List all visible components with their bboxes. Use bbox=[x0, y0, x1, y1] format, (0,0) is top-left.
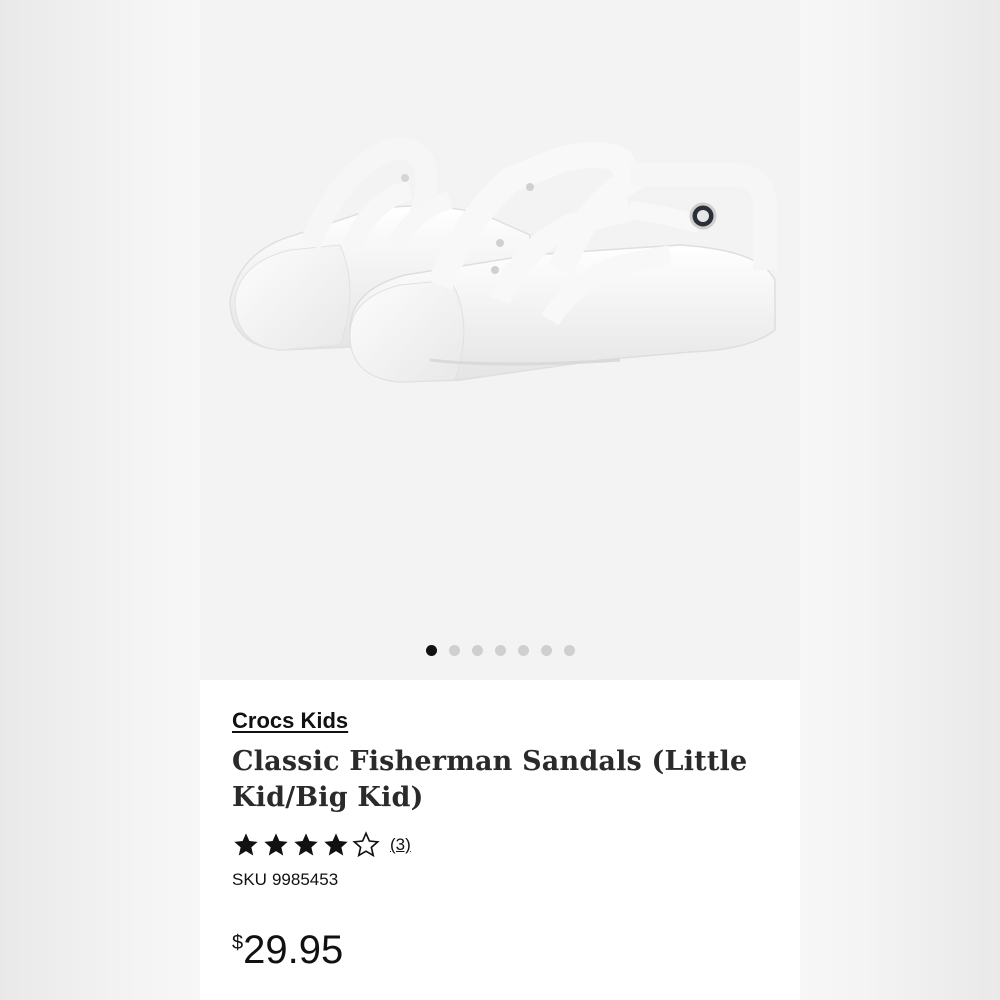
review-count-link[interactable]: (3) bbox=[390, 835, 411, 855]
sku-label: SKU bbox=[232, 870, 267, 889]
product-gallery[interactable] bbox=[200, 0, 800, 680]
gallery-dot[interactable] bbox=[448, 644, 460, 656]
product-image[interactable] bbox=[200, 0, 800, 620]
product-info: Crocs Kids Classic Fisherman Sandals (Li… bbox=[232, 700, 772, 890]
price-currency: $ bbox=[232, 932, 244, 954]
sku: SKU 9985453 bbox=[232, 870, 772, 890]
rating-row: (3) bbox=[232, 830, 772, 860]
price: $29.95 bbox=[232, 928, 343, 973]
gallery-dot[interactable] bbox=[494, 644, 506, 656]
gallery-pagination bbox=[200, 643, 800, 657]
product-title-line2: Kid/Big Kid) bbox=[232, 782, 424, 813]
product-card: Crocs Kids Classic Fisherman Sandals (Li… bbox=[200, 0, 800, 1000]
background-left bbox=[0, 0, 200, 1000]
gallery-dot[interactable] bbox=[540, 644, 552, 656]
product-title: Classic Fisherman Sandals (Little Kid/Bi… bbox=[232, 744, 772, 816]
star-filled-icon bbox=[264, 833, 288, 856]
star-filled-icon bbox=[324, 833, 348, 856]
background-right bbox=[800, 0, 1000, 1000]
product-title-line1: Classic Fisherman Sandals (Little bbox=[232, 746, 748, 777]
star-filled-icon bbox=[234, 833, 258, 856]
gallery-dot[interactable] bbox=[425, 644, 437, 656]
rating-stars[interactable] bbox=[232, 831, 380, 859]
sku-value: 9985453 bbox=[271, 870, 339, 889]
star-filled-icon bbox=[294, 833, 318, 856]
brand-link[interactable]: Crocs Kids bbox=[232, 708, 348, 734]
gallery-dot[interactable] bbox=[563, 644, 575, 656]
gallery-dot[interactable] bbox=[517, 644, 529, 656]
star-empty-icon bbox=[352, 831, 380, 858]
price-amount: 29.95 bbox=[243, 928, 344, 972]
gallery-dot[interactable] bbox=[471, 644, 483, 656]
